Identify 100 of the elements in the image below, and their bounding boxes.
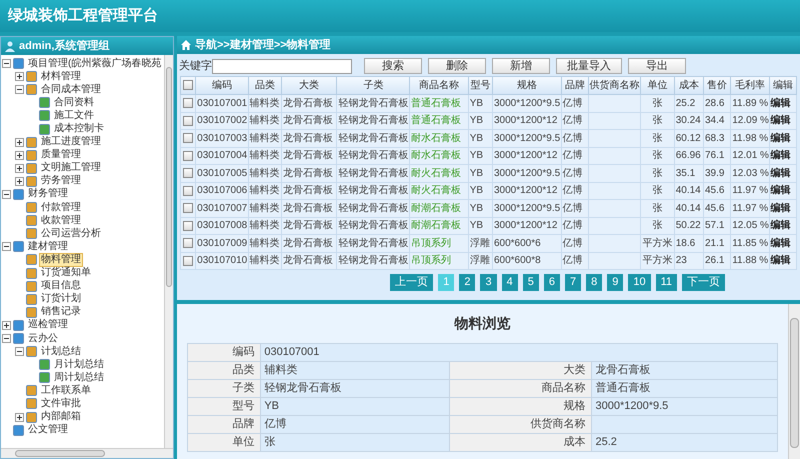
expand-toggle-icon[interactable] [15,164,24,173]
checkbox[interactable] [183,256,194,266]
tree-item[interactable]: 计划总结 [39,344,83,359]
collapse-toggle-icon[interactable] [2,59,11,68]
checkbox[interactable] [183,150,194,161]
page-button[interactable]: 11 [656,274,677,291]
tree-item[interactable]: 劳务管理 [39,174,83,188]
checkbox[interactable] [183,98,194,108]
expand-toggle-icon[interactable] [15,412,24,422]
collapse-toggle-icon[interactable] [2,242,11,252]
table-row[interactable]: 030107004 辅料类 龙骨石膏板 轻钢龙骨石膏板 耐水石膏板 YB 3000*1200*12 亿博 张 66.96 76.1 12.01 % 编辑 [180,147,796,164]
tree-item[interactable]: 项目管理(皖州紫薇广场春晓苑 [26,56,164,71]
checkbox[interactable] [183,220,194,231]
collapse-toggle-icon[interactable] [15,85,24,94]
checkbox[interactable] [183,203,194,214]
scrollbar-thumb[interactable] [15,450,105,457]
column-header[interactable]: 子类 [363,80,384,91]
toolbar-button[interactable]: 导出 [628,58,686,74]
page-button[interactable]: 2 [459,274,476,291]
table-row[interactable]: 030107002 辅料类 龙骨石膏板 轻钢龙骨石膏板 普通石膏板 YB 3000*1200*12 亿博 张 30.24 34.4 12.09 % 编辑 [180,112,796,130]
checkbox[interactable] [183,80,194,90]
tree-item[interactable]: 项目信息 [39,279,83,294]
page-button[interactable]: 6 [544,274,560,291]
tree-item[interactable]: 云办公 [26,332,60,346]
checkbox[interactable] [183,168,194,178]
tree-item[interactable]: 工作联系单 [39,384,93,398]
tree-item[interactable]: 订货通知单 [39,266,93,280]
search-field[interactable] [212,58,352,74]
tree-item[interactable]: 收款管理 [39,214,83,228]
horizontal-scrollbar[interactable] [1,448,173,458]
toolbar-button[interactable]: 批量导入 [556,58,622,74]
tree-item[interactable]: 订货计划 [39,292,83,306]
tree-item[interactable]: 文明施工管理 [39,161,103,176]
expand-toggle-icon[interactable] [2,320,11,330]
table-cell: 轻钢龙骨石膏板 [338,255,408,266]
tree-item[interactable]: 公司运营分析 [39,226,103,241]
tree-item[interactable]: 施工文件 [52,108,96,123]
checkbox[interactable] [183,238,194,248]
table-row[interactable]: 030107006 辅料类 龙骨石膏板 轻钢龙骨石膏板 耐火石膏板 YB 3000*1200*12 亿博 张 40.14 45.6 11.97 % 编辑 [180,182,796,200]
next-page-button[interactable]: 下一页 [682,274,725,291]
checkbox[interactable] [183,116,194,126]
tree-item[interactable]: 成本控制卡 [52,122,106,136]
table-cell: 76.1 [704,150,724,162]
page-button[interactable]: 8 [586,274,602,291]
table-row[interactable]: 030107010 辅料类 龙骨石膏板 轻钢龙骨石膏板 吊顶系列 浮雕 600*600*8 亿博 平方米 23 26.1 11.88 % 编辑 [180,252,796,270]
tree-item[interactable]: 材料管理 [39,70,83,84]
checkbox[interactable] [183,133,194,144]
collapse-toggle-icon[interactable] [15,347,24,356]
toolbar-button[interactable]: 新增 [492,58,550,74]
table-cell: 辅料类 [250,168,280,179]
table-cell: 辅料类 [250,98,280,109]
vertical-scrollbar[interactable] [788,304,800,459]
collapse-toggle-icon[interactable] [2,190,11,199]
tree-item[interactable]: 内部邮箱 [39,410,83,424]
node-icon [26,254,37,266]
expand-toggle-icon[interactable] [15,176,24,186]
checkbox[interactable] [183,186,194,196]
tree-item[interactable]: 付款管理 [39,200,83,215]
tree-item[interactable]: 财务管理 [26,187,70,202]
page-button[interactable]: 9 [607,274,624,291]
tree-item[interactable]: 物料管理 [39,252,83,267]
tree-item[interactable]: 建材管理 [26,240,70,254]
toolbar-button[interactable]: 删除 [428,58,486,74]
page-button[interactable]: 5 [522,274,539,291]
vertical-scrollbar[interactable] [164,55,173,448]
table-row[interactable]: 030107003 辅料类 龙骨石膏板 轻钢龙骨石膏板 耐水石膏板 YB 3000*1200*9.5 亿博 张 60.12 68.3 11.98 % 编辑 [180,130,796,147]
tree-item[interactable]: 巡检管理 [26,318,70,332]
expand-toggle-icon[interactable] [15,150,24,160]
table-cell: 轻钢龙骨石膏板 [338,98,408,109]
toolbar-button[interactable]: 搜索 [364,58,422,74]
expand-toggle-icon[interactable] [15,138,24,147]
column-header[interactable]: 规格 [516,80,537,91]
tree-item[interactable]: 合同资料 [52,96,96,110]
tree-item[interactable]: 销售记录 [39,305,83,320]
table-cell: YB [470,185,484,196]
node-icon [39,124,50,135]
collapse-toggle-icon[interactable] [2,334,11,344]
tree-item[interactable]: 月计划总结 [52,358,106,372]
field-label: 规格 [563,400,586,412]
page-button[interactable]: 7 [564,274,582,291]
table-row[interactable]: 030107009 辅料类 龙骨石膏板 轻钢龙骨石膏板 吊顶系列 浮雕 600*600*6 亿博 平方米 18.6 21.1 11.85 % 编辑 [180,234,796,252]
table-row[interactable]: 030107008 辅料类 龙骨石膏板 轻钢龙骨石膏板 耐潮石膏板 YB 3000*1200*12 亿博 张 50.22 57.1 12.05 % 编辑 [180,217,796,234]
page-button[interactable]: 3 [480,274,497,291]
node-icon [39,97,50,108]
table-cell: 28.6 [704,98,724,109]
tree-item[interactable]: 施工进度管理 [39,135,103,150]
page-button[interactable]: 4 [502,274,518,291]
tree-item[interactable]: 文件审批 [39,396,83,411]
table-row[interactable]: 030107007 辅料类 龙骨石膏板 轻钢龙骨石膏板 耐潮石膏板 YB 3000*1200*9.5 亿博 张 40.14 45.6 11.97 % 编辑 [180,200,796,217]
table-row[interactable]: 030107005 辅料类 龙骨石膏板 轻钢龙骨石膏板 耐火石膏板 YB 3000*1200*9.5 亿博 张 35.1 39.9 12.03 % 编辑 [180,164,796,182]
expand-toggle-icon[interactable] [15,72,24,82]
page-button[interactable]: 10 [628,274,651,291]
scrollbar-thumb[interactable] [790,318,799,448]
tree-item[interactable]: 周计划总结 [52,370,106,385]
tree-item[interactable]: 公文管理 [26,423,70,438]
table-row[interactable]: 030107001 辅料类 龙骨石膏板 轻钢龙骨石膏板 普通石膏板 YB 3000*1200*9.5 亿博 张 25.2 28.6 11.89 % 编辑 [180,94,796,112]
tree-item[interactable]: 质量管理 [39,148,83,162]
scrollbar-thumb[interactable] [166,67,172,287]
prev-page-button[interactable]: 上一页 [390,274,434,291]
tree-item[interactable]: 合同成本管理 [39,82,103,97]
